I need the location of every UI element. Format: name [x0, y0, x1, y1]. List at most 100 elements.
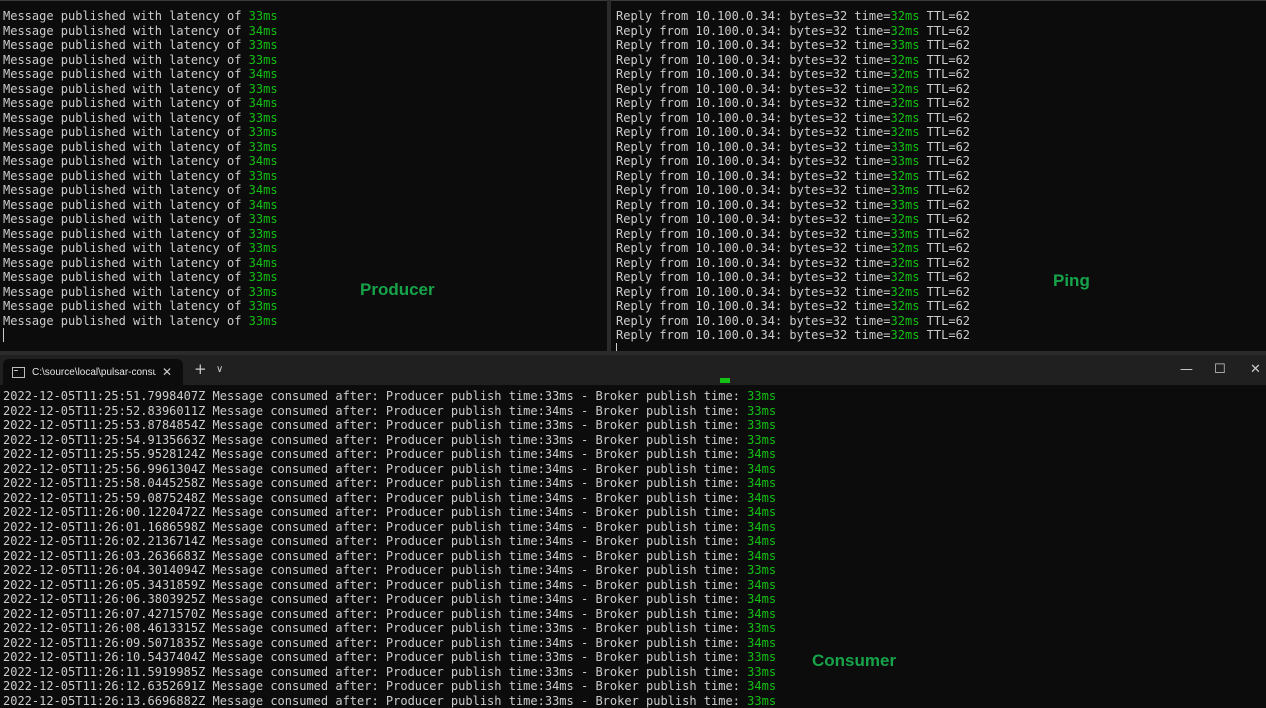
consumer-line: 2022-12-05T11:26:05.3431859Z Message con… — [3, 578, 776, 593]
consumer-timestamp: 2022-12-05T11:25:52.8396011Z — [3, 403, 206, 418]
ping-line: Reply from 10.100.0.34: bytes=32 time=32… — [616, 125, 970, 140]
consumer-timestamp: 2022-12-05T11:25:56.9961304Z — [3, 461, 206, 476]
broker-publish-time: 33ms — [747, 418, 777, 432]
producer-line: Message published with latency of 33ms — [3, 169, 278, 184]
consumer-line-text: Message consumed after: Producer publish… — [205, 679, 545, 693]
producer-line-text: Message published with latency of — [3, 197, 249, 212]
broker-publish-time: 34ms — [747, 606, 777, 621]
producer-line-text: Message published with latency of — [3, 212, 249, 226]
ping-line-suffix: TTL=62 — [919, 299, 971, 313]
producer-terminal-pane[interactable]: Message published with latency of 33ms Me… — [0, 0, 607, 352]
latency-value: 34ms — [248, 96, 278, 110]
consumer-timestamp: 2022-12-05T11:26:00.1220472Z — [3, 505, 206, 519]
consumer-line: 2022-12-05T11:25:54.9135663Z Message con… — [3, 433, 776, 448]
producer-line: Message published with latency of 33ms — [3, 314, 278, 329]
producer-line-text: Message published with latency of — [3, 284, 249, 299]
ping-line-suffix: TTL=62 — [919, 313, 971, 328]
ping-line-prefix: Reply from 10.100.0.34: bytes=32 time= — [616, 168, 891, 183]
consumer-line: 2022-12-05T11:26:02.2136714Z Message con… — [3, 534, 776, 549]
consumer-line-text: Message consumed after: Producer publish… — [205, 621, 545, 635]
producer-cursor — [3, 328, 4, 342]
ping-line-prefix: Reply from 10.100.0.34: bytes=32 time= — [616, 110, 891, 125]
consumer-terminal-pane[interactable]: 2022-12-05T11:25:51.7998407Z Message con… — [0, 385, 1266, 708]
consumer-timestamp: 2022-12-05T11:26:04.3014094Z — [3, 563, 206, 577]
latency-value: 33ms — [248, 226, 278, 241]
ping-line-suffix: TTL=62 — [919, 9, 971, 23]
consumer-timestamp: 2022-12-05T11:26:11.5919985Z — [3, 664, 206, 679]
broker-publish-time: 33ms — [747, 650, 777, 664]
producer-publish-time: 33ms — [544, 621, 574, 635]
latency-value: 34ms — [248, 154, 278, 168]
producer-publish-time: 34ms — [544, 403, 574, 418]
producer-line-text: Message published with latency of — [3, 313, 249, 328]
consumer-line: 2022-12-05T11:25:58.0445258Z Message con… — [3, 476, 776, 491]
ping-line: Reply from 10.100.0.34: bytes=32 time=32… — [616, 169, 970, 184]
producer-line-text: Message published with latency of — [3, 299, 249, 313]
producer-line: Message published with latency of 34ms — [3, 183, 278, 198]
consumer-line-text: Message consumed after: Producer publish… — [205, 592, 545, 606]
producer-line-text: Message published with latency of — [3, 168, 249, 183]
consumer-line-text: Message consumed after: Producer publish… — [205, 432, 545, 447]
consumer-timestamp: 2022-12-05T11:26:09.5071835Z — [3, 635, 206, 650]
consumer-line-text: - Broker publish time: — [573, 476, 748, 490]
ping-time-value: 32ms — [890, 299, 920, 313]
producer-line-text: Message published with latency of — [3, 139, 249, 154]
ping-line-prefix: Reply from 10.100.0.34: bytes=32 time= — [616, 197, 891, 212]
latency-value: 33ms — [248, 284, 278, 299]
consumer-line-text: Message consumed after: Producer publish… — [205, 635, 545, 650]
producer-line: Message published with latency of 34ms — [3, 96, 278, 111]
producer-line-text: Message published with latency of — [3, 81, 249, 96]
ping-time-value: 32ms — [890, 96, 920, 110]
ping-time-value: 32ms — [890, 313, 920, 328]
latency-value: 33ms — [248, 38, 278, 52]
producer-label: Producer — [360, 280, 435, 299]
ping-line: Reply from 10.100.0.34: bytes=32 time=32… — [616, 270, 970, 285]
ping-line-prefix: Reply from 10.100.0.34: bytes=32 time= — [616, 183, 891, 197]
latency-value: 33ms — [248, 110, 278, 125]
latency-value: 33ms — [248, 139, 278, 154]
broker-publish-time: 34ms — [747, 505, 777, 519]
consumer-line-text: - Broker publish time: — [573, 418, 748, 432]
consumer-timestamp: 2022-12-05T11:25:55.9528124Z — [3, 447, 206, 461]
ping-line-prefix: Reply from 10.100.0.34: bytes=32 time= — [616, 38, 891, 52]
producer-line-text: Message published with latency of — [3, 125, 249, 139]
broker-publish-time: 34ms — [747, 519, 777, 534]
consumer-line-text: - Broker publish time: — [573, 563, 748, 577]
tab-dropdown-icon[interactable]: ∨ — [216, 364, 223, 375]
close-window-button[interactable]: ✕ — [1250, 362, 1261, 377]
ping-line-suffix: TTL=62 — [919, 81, 971, 96]
tab-pulsar-consumer[interactable]: C:\source\local\pulsar-consur ✕ — [3, 359, 183, 385]
producer-publish-time: 34ms — [544, 476, 574, 490]
consumer-line: 2022-12-05T11:26:10.5437404Z Message con… — [3, 650, 776, 665]
ping-line-suffix: TTL=62 — [919, 183, 971, 197]
ping-time-value: 32ms — [890, 255, 920, 270]
maximize-button[interactable]: ☐ — [1214, 362, 1226, 377]
producer-line: Message published with latency of 33ms — [3, 38, 278, 53]
ping-line: Reply from 10.100.0.34: bytes=32 time=32… — [616, 256, 970, 271]
consumer-line-text: Message consumed after: Producer publish… — [205, 476, 545, 490]
ping-line-suffix: TTL=62 — [919, 110, 971, 125]
ping-time-value: 32ms — [890, 9, 920, 23]
consumer-line-text: Message consumed after: Producer publish… — [205, 461, 545, 476]
producer-line: Message published with latency of 33ms — [3, 111, 278, 126]
producer-line-text: Message published with latency of — [3, 154, 249, 168]
ping-terminal-pane[interactable]: Reply from 10.100.0.34: bytes=32 time=32… — [611, 0, 1266, 352]
producer-line: Message published with latency of 34ms — [3, 198, 278, 213]
tab-close-icon[interactable]: ✕ — [162, 365, 172, 379]
ping-line-suffix: TTL=62 — [919, 23, 971, 38]
consumer-line-text: Message consumed after: Producer publish… — [205, 563, 545, 577]
consumer-line-text: Message consumed after: Producer publish… — [205, 403, 545, 418]
producer-publish-time: 34ms — [544, 592, 574, 606]
activity-indicator — [720, 378, 730, 383]
broker-publish-time: 34ms — [747, 635, 777, 650]
new-tab-button[interactable]: + — [194, 360, 207, 378]
minimize-button[interactable]: — — [1180, 362, 1193, 377]
ping-label: Ping — [1053, 271, 1090, 290]
consumer-line: 2022-12-05T11:26:00.1220472Z Message con… — [3, 505, 776, 520]
ping-time-value: 32ms — [890, 67, 920, 81]
producer-line: Message published with latency of 33ms — [3, 140, 278, 155]
producer-line: Message published with latency of 34ms — [3, 67, 278, 82]
broker-publish-time: 34ms — [747, 476, 777, 490]
broker-publish-time: 34ms — [747, 461, 777, 476]
producer-line-text: Message published with latency of — [3, 270, 249, 284]
